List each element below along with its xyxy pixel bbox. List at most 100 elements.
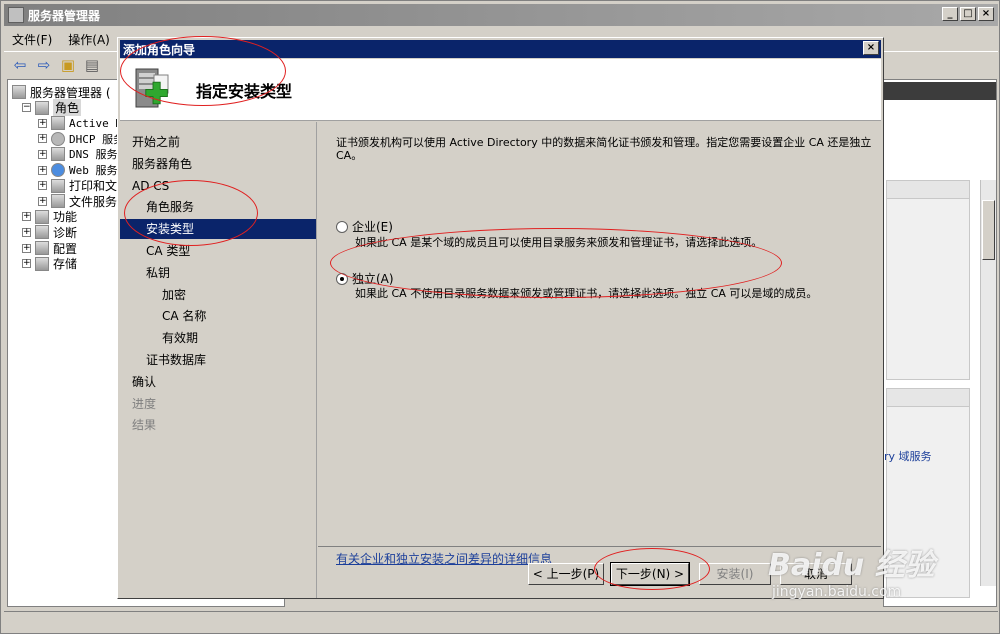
- wizard-step[interactable]: 确认: [132, 372, 156, 392]
- up-folder-icon[interactable]: ▣: [58, 56, 78, 74]
- expand-icon[interactable]: +: [38, 118, 47, 128]
- window-title: 服务器管理器: [28, 8, 101, 23]
- menu-bar: 文件(F) 操作(A): [4, 28, 118, 50]
- tree-item[interactable]: + Active D: [38, 115, 122, 131]
- tree-item-label: 功能: [53, 210, 78, 225]
- wizard-header: 指定安装类型: [120, 59, 881, 121]
- tree-item[interactable]: + 功能: [22, 209, 77, 225]
- wizard-step[interactable]: 安装类型: [120, 219, 316, 240]
- expand-icon[interactable]: +: [22, 243, 31, 253]
- back-button[interactable]: < 上一步(P): [528, 563, 604, 585]
- expand-icon[interactable]: +: [38, 165, 47, 175]
- features-icon: [35, 209, 49, 224]
- show-hide-pane-icon[interactable]: ▤: [82, 56, 102, 74]
- wizard-close-button[interactable]: ×: [863, 41, 879, 55]
- enterprise-option[interactable]: 企业(E): [336, 218, 393, 235]
- wizard-step[interactable]: 有效期: [162, 328, 198, 348]
- enterprise-radio[interactable]: [336, 220, 348, 233]
- wizard-step-list: 开始之前 服务器角色 AD CS 角色服务 安装类型 CA 类型 私钥 加密 CA 名称 有效期证…: [120, 122, 317, 598]
- tree-item[interactable]: + 存储: [22, 256, 77, 272]
- roles-icon: [35, 100, 49, 115]
- add-roles-wizard: 添加角色向导 × 指定安装类型 开始之前 服务器角色 AD CS 角色服务 安装类型 CA…: [117, 37, 884, 599]
- tree-item[interactable]: − 角色: [22, 99, 82, 117]
- dns-icon: [51, 147, 65, 162]
- tree-item-label: DNS 服务: [69, 148, 118, 162]
- expand-icon[interactable]: +: [22, 227, 31, 237]
- tree-item-label: 存储: [53, 257, 78, 272]
- enterprise-label[interactable]: 企业(E): [352, 218, 393, 235]
- tree-item-label: 诊断: [53, 225, 78, 240]
- server-manager-icon: [8, 7, 24, 23]
- maximize-button[interactable]: □: [960, 7, 976, 21]
- tree-item-label: 文件服务: [69, 194, 118, 209]
- details-scrollbar[interactable]: [980, 180, 996, 586]
- storage-icon: [35, 256, 49, 271]
- wizard-step[interactable]: CA 类型: [146, 241, 190, 261]
- directory-icon: [51, 116, 65, 131]
- tree-item[interactable]: 服务器管理器 (: [12, 84, 111, 100]
- wizard-step[interactable]: 角色服务: [146, 197, 194, 217]
- details-pane: ry 域服务: [883, 79, 997, 607]
- watermark-url: jingyan.baidu.com: [772, 584, 902, 600]
- minimize-button[interactable]: _: [942, 7, 958, 21]
- menu-action[interactable]: 操作(A): [60, 31, 118, 48]
- standalone-radio[interactable]: [336, 272, 348, 285]
- wizard-step[interactable]: 加密: [162, 285, 186, 305]
- tree-item-label: DHCP 服务: [69, 132, 125, 146]
- wizard-step[interactable]: 服务器角色: [132, 154, 192, 174]
- tree-item-label: 服务器管理器 (: [30, 85, 111, 100]
- tree-item[interactable]: + DHCP 服务: [38, 131, 124, 147]
- standalone-description: 如果此 CA 不使用目录服务数据来颁发或管理证书，请选择此选项。独立 CA 可以…: [355, 287, 818, 300]
- tree-item[interactable]: + DNS 服务: [38, 146, 118, 162]
- printer-icon: [51, 178, 65, 193]
- forward-arrow-icon[interactable]: ⇨: [34, 56, 54, 74]
- gear-icon: [51, 131, 65, 146]
- wizard-step[interactable]: 证书数据库: [146, 350, 206, 370]
- tree-item-label: Active D: [69, 116, 122, 130]
- tree-item-label: Web 服务: [69, 164, 118, 177]
- expand-icon[interactable]: +: [38, 134, 47, 144]
- next-button[interactable]: 下一步(N) >: [610, 562, 690, 586]
- close-button[interactable]: ×: [978, 7, 994, 21]
- tree-item[interactable]: + Web 服务: [38, 162, 118, 178]
- server-add-role-icon: [135, 68, 169, 108]
- wizard-step[interactable]: 开始之前: [132, 132, 180, 152]
- expand-icon[interactable]: +: [22, 259, 31, 269]
- wizard-step: 进度: [132, 396, 157, 411]
- watermark-logo: Baidu 经验: [768, 548, 935, 583]
- expand-icon[interactable]: +: [22, 212, 31, 222]
- wizard-step[interactable]: 私钥: [146, 263, 170, 283]
- tree-item-label: 打印和文: [69, 179, 118, 194]
- details-section-summary: [886, 180, 970, 380]
- expand-icon[interactable]: +: [38, 181, 47, 191]
- wizard-step[interactable]: CA 名称: [162, 306, 206, 326]
- tree-item[interactable]: + 配置: [22, 240, 77, 256]
- wizard-content: 证书颁发机构可以使用 Active Directory 中的数据来简化证书颁发和…: [318, 122, 881, 566]
- intro-text: 证书颁发机构可以使用 Active Directory 中的数据来简化证书颁发和…: [336, 136, 872, 162]
- tree-item-label: 角色: [53, 99, 82, 117]
- configuration-icon: [35, 241, 49, 255]
- menu-file[interactable]: 文件(F): [4, 31, 60, 48]
- wizard-title: 添加角色向导: [123, 42, 196, 57]
- tree-item[interactable]: + 打印和文: [38, 178, 117, 194]
- tree-item[interactable]: + 诊断: [22, 224, 77, 240]
- expand-icon[interactable]: +: [38, 196, 47, 206]
- folder-icon: [51, 194, 65, 209]
- wizard-titlebar[interactable]: 添加角色向导 ×: [120, 40, 881, 58]
- tree-item-label: 配置: [53, 241, 78, 256]
- collapse-icon[interactable]: −: [22, 103, 31, 113]
- details-header: [884, 82, 996, 100]
- ad-domain-services-link[interactable]: ry 域服务: [884, 448, 932, 464]
- enterprise-description: 如果此 CA 是某个域的成员且可以使用目录服务来颁发和管理证书，请选择此选项。: [355, 236, 763, 249]
- globe-icon: [51, 163, 65, 177]
- wizard-step[interactable]: AD CS: [132, 176, 169, 196]
- status-bar: [4, 611, 998, 631]
- server-icon: [12, 85, 26, 99]
- install-button[interactable]: 安装(I): [699, 563, 771, 585]
- wizard-step: 结果: [132, 418, 157, 433]
- back-arrow-icon[interactable]: ⇦: [10, 56, 30, 74]
- page-title: 指定安装类型: [196, 82, 293, 101]
- expand-icon[interactable]: +: [38, 149, 47, 159]
- tree-item[interactable]: + 文件服务: [38, 193, 117, 209]
- server-manager-titlebar[interactable]: 服务器管理器 _ □ ×: [4, 4, 998, 26]
